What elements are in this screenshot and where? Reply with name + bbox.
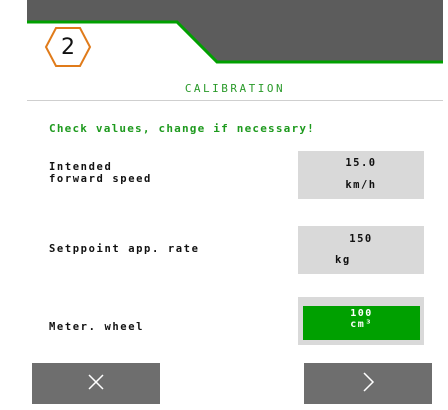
meter-wheel-unit: cm³ — [350, 319, 373, 330]
meter-wheel-selected[interactable]: 100 cm³ — [303, 306, 420, 340]
app-rate-field[interactable]: 150 kg — [298, 226, 424, 274]
forward-speed-field[interactable]: 15.0 km/h — [298, 151, 424, 199]
app-rate-label: Setppoint app. rate — [49, 243, 200, 255]
step-badge: 2 — [44, 26, 92, 68]
calibration-screen: 2 CALIBRATION Check values, change if ne… — [27, 0, 443, 410]
cancel-button[interactable] — [32, 363, 160, 404]
forward-speed-label: Intended forward speed — [49, 161, 152, 185]
step-number: 2 — [61, 34, 75, 60]
title-divider — [27, 100, 443, 101]
meter-wheel-field[interactable]: 100 cm³ — [298, 297, 424, 345]
page-title: CALIBRATION — [184, 82, 286, 95]
meter-wheel-value: 100 — [350, 308, 373, 319]
close-icon — [87, 373, 105, 395]
app-rate-unit: kg — [335, 254, 351, 266]
meter-wheel-label: Meter. wheel — [49, 321, 145, 333]
chevron-right-icon — [361, 371, 375, 397]
next-button[interactable] — [304, 363, 432, 404]
app-rate-value: 150 — [349, 233, 373, 245]
instruction-text: Check values, change if necessary! — [49, 122, 315, 135]
forward-speed-unit: km/h — [345, 179, 377, 191]
forward-speed-value: 15.0 — [345, 157, 377, 169]
